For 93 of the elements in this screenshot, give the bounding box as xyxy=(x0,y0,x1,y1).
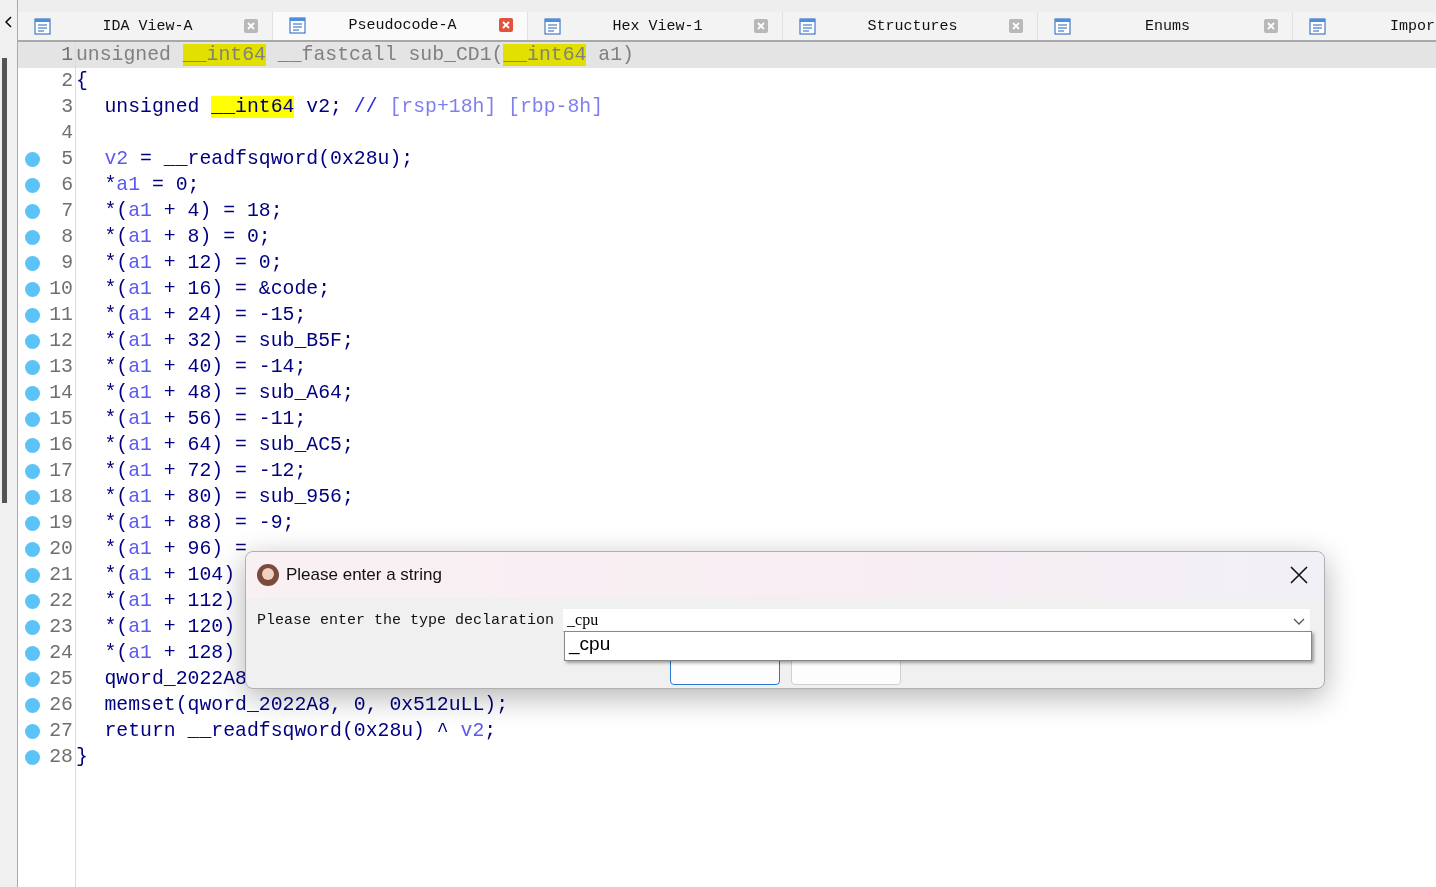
tab-icon xyxy=(34,17,51,35)
line-number: 24 xyxy=(48,642,74,664)
breakpoint-dot[interactable] xyxy=(25,411,40,427)
line-number: 8 xyxy=(60,226,74,248)
breakpoint-dot[interactable] xyxy=(25,541,40,557)
line-number: 10 xyxy=(48,278,74,300)
code-line: *(a1 + 4) = 18; xyxy=(104,200,283,222)
code-line: { xyxy=(76,70,88,92)
code-line: } xyxy=(76,746,88,768)
line-number: 15 xyxy=(48,408,74,430)
code-line: *(a1 + 56) = -11; xyxy=(104,408,307,430)
prompt-label: Please enter the type declaration xyxy=(257,611,555,629)
code-line: *(a1 + 32) = sub_B5F; xyxy=(104,330,354,352)
breakpoint-dot[interactable] xyxy=(25,229,40,245)
breakpoint-dot[interactable] xyxy=(25,671,40,687)
line-number: 21 xyxy=(48,564,74,586)
breakpoint-dot[interactable] xyxy=(25,359,40,375)
breakpoint-dot[interactable] xyxy=(25,463,40,479)
tab[interactable]: Pseudocode-A xyxy=(273,12,528,40)
breakpoint-dot[interactable] xyxy=(25,385,40,401)
tab-icon xyxy=(544,17,561,35)
breakpoint-dot[interactable] xyxy=(25,645,40,661)
line-number: 12 xyxy=(48,330,74,352)
code-line: return __readfsqword(0x28u) ^ v2; xyxy=(104,720,497,742)
code-line: *(a1 + 16) = &code; xyxy=(104,278,331,300)
line-number: 26 xyxy=(48,694,74,716)
line-number: 16 xyxy=(48,434,74,456)
breakpoint-dot[interactable] xyxy=(25,281,40,297)
code-line: *a1 = 0; xyxy=(104,174,200,196)
breakpoint-dot[interactable] xyxy=(25,333,40,349)
line-number: 7 xyxy=(60,200,74,222)
chevron-down-icon[interactable] xyxy=(1292,616,1306,626)
code-line: *(a1 + 40) = -14; xyxy=(104,356,307,378)
avatar-icon xyxy=(256,563,280,587)
line-number: 14 xyxy=(48,382,74,404)
code-line: *(a1 + 128) xyxy=(104,642,236,664)
line-number: 18 xyxy=(48,486,74,508)
breakpoint-dot[interactable] xyxy=(25,437,40,453)
code-line: *(a1 + 112) xyxy=(104,590,236,612)
code-line: *(a1 + 104) xyxy=(104,564,236,586)
line-number: 2 xyxy=(60,70,74,92)
line-number: 3 xyxy=(60,96,74,118)
code-line: *(a1 + 88) = -9; xyxy=(104,512,295,534)
chevron-left-icon[interactable] xyxy=(4,16,13,28)
breakpoint-dot[interactable] xyxy=(25,307,40,323)
line-number: 25 xyxy=(48,668,74,690)
line-number: 13 xyxy=(48,356,74,378)
code-line: *(a1 + 12) = 0; xyxy=(104,252,283,274)
scrollbar-thumb[interactable] xyxy=(2,58,7,503)
type-combobox[interactable]: _cpu xyxy=(563,609,1310,632)
breakpoint-dot[interactable] xyxy=(25,151,40,167)
code-line: memset(qword_2022A8, 0, 0x512uLL); xyxy=(104,694,509,716)
suggestion-item[interactable]: _cpu xyxy=(565,632,1311,656)
code-line: *(a1 + 24) = -15; xyxy=(104,304,307,326)
dialog-title: Please enter a string xyxy=(286,565,443,585)
code-line: unsigned __int64 v2; // [rsp+18h] [rbp-8h] xyxy=(104,96,604,118)
breakpoint-dot[interactable] xyxy=(25,697,40,713)
breakpoint-dot[interactable] xyxy=(25,255,40,271)
breakpoint-dot[interactable] xyxy=(25,203,40,219)
breakpoint-dot[interactable] xyxy=(25,489,40,505)
line-number: 23 xyxy=(48,616,74,638)
line-number: 17 xyxy=(48,460,74,482)
code-line: *(a1 + 96) = xyxy=(104,538,247,560)
tab-icon xyxy=(1309,17,1326,35)
line-number: 11 xyxy=(48,304,74,326)
breakpoint-dot[interactable] xyxy=(25,619,40,635)
line-number: 19 xyxy=(48,512,74,534)
code-line: *(a1 + 48) = sub_A64; xyxy=(104,382,354,404)
line-number: 20 xyxy=(48,538,74,560)
breakpoint-dot[interactable] xyxy=(25,177,40,193)
code-line: *(a1 + 120) xyxy=(104,616,236,638)
breakpoint-dot[interactable] xyxy=(25,593,40,609)
line-number: 4 xyxy=(60,122,74,144)
line-number: 22 xyxy=(48,590,74,612)
code-line: *(a1 + 80) = sub_956; xyxy=(104,486,354,508)
code-line: *(a1 + 64) = sub_AC5; xyxy=(104,434,354,456)
breakpoint-dot[interactable] xyxy=(25,515,40,531)
code-line: v2 = __readfsqword(0x28u); xyxy=(104,148,414,170)
code-line: *(a1 + 8) = 0; xyxy=(104,226,271,248)
code-line: *(a1 + 72) = -12; xyxy=(104,460,307,482)
line-number: 1 xyxy=(60,44,74,66)
line-number: 5 xyxy=(60,148,74,170)
line-number: 28 xyxy=(48,746,74,768)
tab-icon xyxy=(1054,17,1071,35)
tab-icon xyxy=(289,16,306,34)
tab-icon xyxy=(799,17,816,35)
breakpoint-dot[interactable] xyxy=(25,567,40,583)
breakpoint-dot[interactable] xyxy=(25,749,40,765)
breakpoint-dot[interactable] xyxy=(25,723,40,739)
line-number: 6 xyxy=(60,174,74,196)
line-number: 27 xyxy=(48,720,74,742)
line-number: 9 xyxy=(60,252,74,274)
code-line: qword_2022A8 xyxy=(104,668,247,690)
